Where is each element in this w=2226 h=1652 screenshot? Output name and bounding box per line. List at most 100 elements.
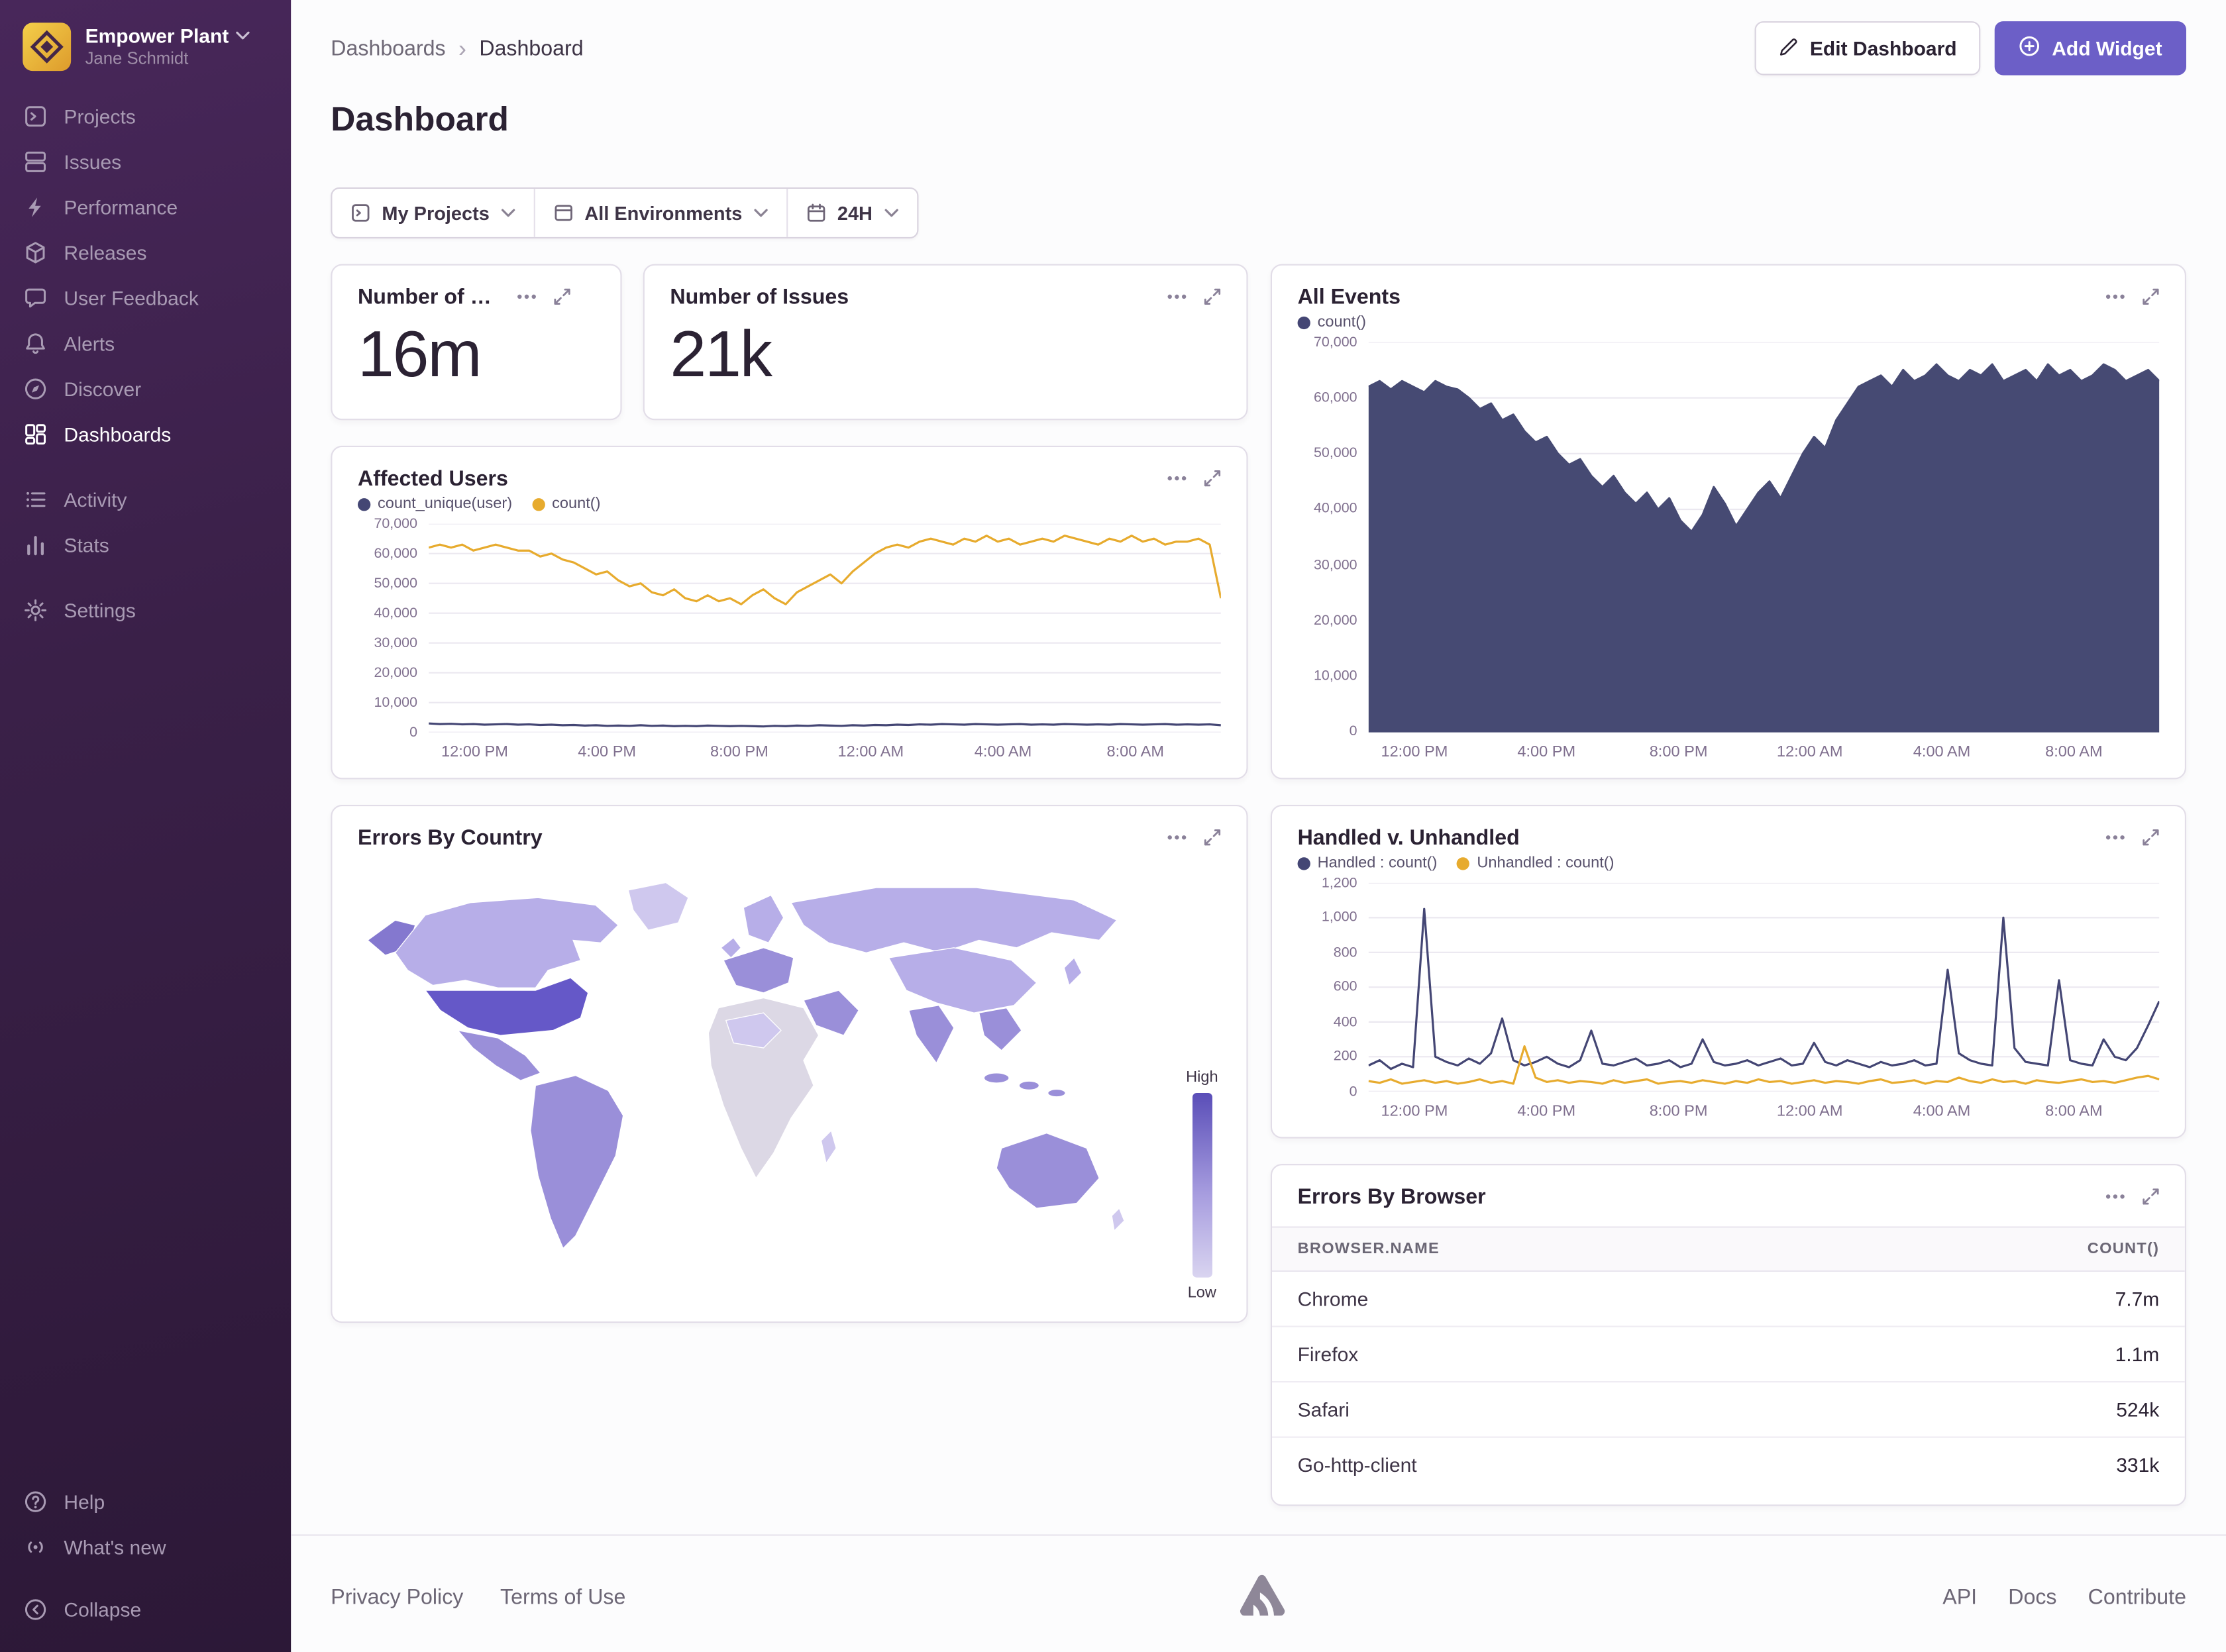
filter-bar: My Projects All Environments 24H	[331, 187, 918, 238]
legend-item[interactable]: Handled : count()	[1298, 854, 1438, 872]
sidebar-item-label: Dashboards	[64, 423, 171, 446]
settings-icon	[23, 597, 48, 623]
table-row[interactable]: Firefox 1.1m	[1272, 1325, 2185, 1381]
widget-number-of-errors: Number of Errors 16m	[331, 264, 621, 421]
browser-name: Firefox	[1298, 1343, 1359, 1365]
affected-users-chart[interactable]	[429, 524, 1221, 733]
widget-errors-by-browser: Errors By Browser BROWSER.NAME COUNT() C…	[1271, 1164, 2186, 1506]
sidebar-item-discover[interactable]: Discover	[0, 366, 291, 412]
terms-of-use-link[interactable]: Terms of Use	[500, 1585, 625, 1609]
issues-icon	[23, 149, 48, 175]
sidebar-item-label: User Feedback	[64, 287, 198, 309]
sidebar-item-label: Issues	[64, 150, 121, 173]
widget-options-button[interactable]	[2105, 1194, 2125, 1200]
x-tick-label: 4:00 PM	[578, 744, 636, 761]
widget-title: Number of Issues	[670, 285, 1155, 309]
sidebar-item-label: Settings	[64, 599, 135, 621]
api-link[interactable]: API	[1942, 1585, 1977, 1609]
sidebar-item-whats-new[interactable]: What's new	[0, 1524, 291, 1570]
y-axis: 70,00060,00050,00040,00030,00020,00010,0…	[1295, 342, 1368, 732]
column-browser-name: BROWSER.NAME	[1298, 1241, 1440, 1258]
x-tick-label: 12:00 AM	[1777, 744, 1843, 761]
legend-item[interactable]: count()	[1298, 314, 1366, 331]
collapse-icon	[23, 1597, 48, 1623]
projects-filter-icon	[350, 203, 370, 223]
x-tick-label: 4:00 AM	[975, 744, 1032, 761]
widget-options-button[interactable]	[517, 294, 537, 300]
breadcrumb-dashboards[interactable]: Dashboards	[331, 36, 445, 60]
docs-link[interactable]: Docs	[2008, 1585, 2056, 1609]
sidebar-item-issues[interactable]: Issues	[0, 139, 291, 185]
errors-by-browser-table: BROWSER.NAME COUNT() Chrome 7.7m Firefox…	[1272, 1226, 2185, 1492]
privacy-policy-link[interactable]: Privacy Policy	[331, 1585, 463, 1609]
widget-expand-button[interactable]	[554, 288, 571, 305]
table-row[interactable]: Go-http-client 331k	[1272, 1437, 2185, 1492]
widget-title: Handled v. Unhandled	[1298, 826, 2094, 850]
x-tick-label: 12:00 PM	[441, 744, 508, 761]
widget-expand-button[interactable]	[1204, 470, 1221, 487]
sidebar-item-help[interactable]: Help	[0, 1479, 291, 1525]
table-row[interactable]: Chrome 7.7m	[1272, 1272, 2185, 1325]
widget-options-button[interactable]	[2105, 835, 2125, 841]
sidebar-item-label: What's new	[64, 1536, 166, 1559]
widget-expand-button[interactable]	[2143, 288, 2160, 305]
sidebar-item-projects[interactable]: Projects	[0, 93, 291, 139]
sidebar: Empower Plant Jane Schmidt Projects Issu…	[0, 0, 291, 1652]
x-tick-label: 8:00 AM	[1106, 744, 1163, 761]
add-widget-button[interactable]: Add Widget	[1995, 21, 2186, 75]
sidebar-item-activity[interactable]: Activity	[0, 477, 291, 523]
x-axis: 12:00 PM 4:00 PM 8:00 PM 12:00 AM 4:00 AM 8:0…	[429, 735, 1221, 769]
project-filter[interactable]: My Projects	[332, 189, 533, 237]
widget-expand-button[interactable]	[1204, 288, 1221, 305]
sidebar-item-performance[interactable]: Performance	[0, 185, 291, 231]
sidebar-item-releases[interactable]: Releases	[0, 230, 291, 276]
sidebar-item-stats[interactable]: Stats	[0, 523, 291, 568]
legend-item[interactable]: count_unique(user)	[358, 495, 512, 513]
chart-legend: count()	[1272, 309, 2185, 331]
widget-expand-button[interactable]	[1204, 829, 1221, 846]
edit-dashboard-button[interactable]: Edit Dashboard	[1754, 21, 1981, 75]
widget-affected-users: Affected Users count_unique(user)count()…	[331, 446, 1247, 780]
world-map[interactable]	[349, 870, 1153, 1296]
y-axis: 70,00060,00050,00040,00030,00020,00010,0…	[355, 524, 429, 733]
x-tick-label: 8:00 PM	[710, 744, 768, 761]
widget-options-button[interactable]	[1167, 294, 1187, 300]
all-events-chart[interactable]	[1369, 342, 2160, 732]
user-feedback-icon	[23, 285, 48, 311]
performance-icon	[23, 195, 48, 221]
sidebar-collapse-button[interactable]: Collapse	[0, 1587, 291, 1633]
x-tick-label: 12:00 PM	[1381, 744, 1448, 761]
widget-expand-button[interactable]	[2143, 829, 2160, 846]
sidebar-item-alerts[interactable]: Alerts	[0, 321, 291, 366]
sidebar-item-settings[interactable]: Settings	[0, 588, 291, 633]
breadcrumb: Dashboards › Dashboard	[331, 36, 583, 60]
sidebar-item-label: Stats	[64, 534, 109, 556]
org-switcher[interactable]: Empower Plant Jane Schmidt	[0, 20, 291, 93]
x-tick-label: 4:00 PM	[1517, 1103, 1575, 1120]
window-icon	[553, 203, 573, 223]
table-row[interactable]: Safari 524k	[1272, 1381, 2185, 1437]
widget-expand-button[interactable]	[2143, 1188, 2160, 1206]
chart-legend: count_unique(user) count()	[332, 491, 1246, 512]
handled-unhandled-chart[interactable]	[1369, 883, 2160, 1092]
legend-item[interactable]: Unhandled : count()	[1457, 854, 1614, 872]
chevron-down-icon	[884, 209, 898, 217]
sidebar-item-user-feedback[interactable]: User Feedback	[0, 276, 291, 321]
legend-item[interactable]: count()	[532, 495, 600, 513]
widget-options-button[interactable]	[1167, 476, 1187, 482]
widget-options-button[interactable]	[2105, 294, 2125, 300]
calendar-icon	[806, 203, 826, 223]
contribute-link[interactable]: Contribute	[2088, 1585, 2186, 1609]
browser-name: Go-http-client	[1298, 1453, 1417, 1476]
widget-options-button[interactable]	[1167, 835, 1187, 841]
projects-icon	[23, 103, 48, 129]
x-tick-label: 12:00 AM	[838, 744, 904, 761]
time-range-filter[interactable]: 24H	[786, 189, 917, 237]
app-root: Empower Plant Jane Schmidt Projects Issu…	[0, 0, 2226, 1652]
widget-title: Number of Errors	[358, 285, 505, 309]
browser-count: 7.7m	[2115, 1288, 2160, 1310]
legend-low-label: Low	[1188, 1284, 1216, 1302]
environment-filter[interactable]: All Environments	[533, 189, 786, 237]
plus-circle-icon	[2019, 36, 2040, 62]
sidebar-item-dashboards[interactable]: Dashboards	[0, 411, 291, 457]
